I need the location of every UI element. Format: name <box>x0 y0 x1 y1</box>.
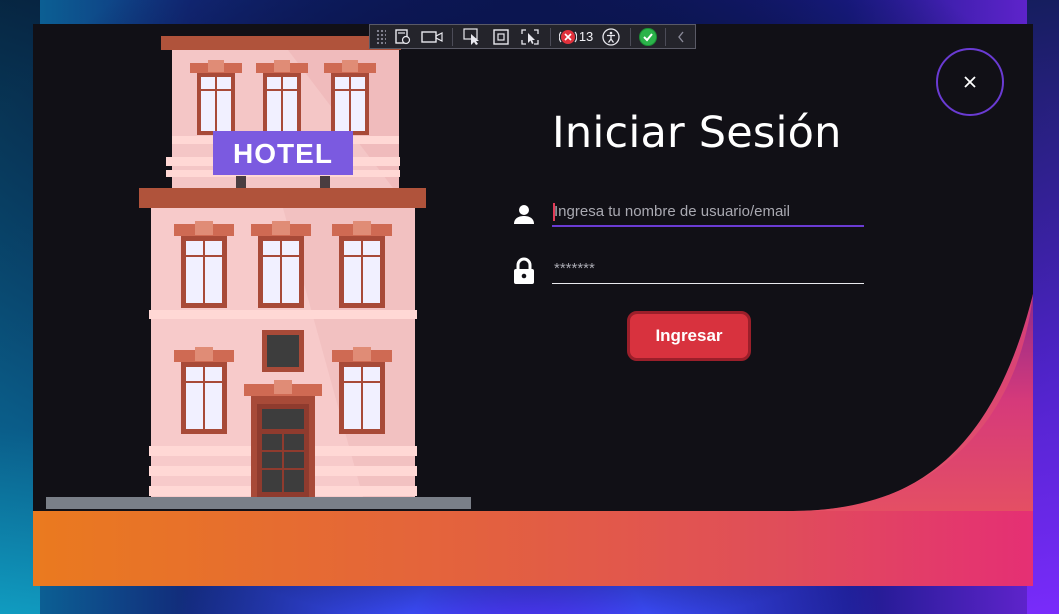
debug-toolbar: 13 <box>369 24 696 49</box>
username-input-wrap <box>552 198 864 230</box>
error-count: 13 <box>578 29 594 44</box>
check-icon[interactable] <box>639 27 657 46</box>
text-caret <box>553 203 555 221</box>
username-field <box>510 198 864 230</box>
hotel-sign-text: HOTEL <box>233 138 333 169</box>
person-icon <box>510 200 538 228</box>
video-icon[interactable] <box>421 27 444 47</box>
lower-windows-row1 <box>174 221 392 308</box>
password-input-wrap <box>552 255 864 287</box>
bottom-gradient-band <box>33 511 1033 586</box>
ground-line <box>46 497 471 509</box>
select-element-icon[interactable] <box>392 27 415 47</box>
roof-cap <box>161 36 401 50</box>
lock-icon <box>510 257 538 285</box>
login-button[interactable]: Ingresar <box>627 311 751 361</box>
accessibility-icon[interactable] <box>599 27 622 47</box>
toolbar-separator <box>664 27 666 46</box>
login-window: HOTEL <box>33 24 1033 586</box>
lower-stripe <box>149 310 417 319</box>
password-input[interactable] <box>552 255 864 281</box>
pointer-select-icon[interactable] <box>461 27 484 47</box>
hotel-illustration: HOTEL <box>46 36 471 509</box>
track-focused-icon[interactable] <box>519 27 542 47</box>
toolbar-separator <box>549 27 551 46</box>
login-title: Iniciar Sesión <box>552 108 842 158</box>
toolbar-separator <box>630 27 632 46</box>
password-field <box>510 255 864 287</box>
toolbar-separator <box>451 27 453 46</box>
hotel-door <box>244 380 322 497</box>
binding-errors-indicator[interactable]: 13 <box>558 28 594 46</box>
close-button[interactable] <box>936 48 1004 116</box>
username-input[interactable] <box>552 198 864 224</box>
password-underline <box>552 282 864 284</box>
close-icon <box>964 76 976 88</box>
username-underline <box>552 225 864 227</box>
middle-cornice <box>139 188 426 208</box>
upper-windows <box>190 60 376 135</box>
binding-errors-icon <box>558 29 577 44</box>
layout-adorner-icon[interactable] <box>490 27 513 47</box>
grip-icon[interactable] <box>376 28 386 45</box>
collapse-chevron-icon[interactable] <box>674 30 689 44</box>
